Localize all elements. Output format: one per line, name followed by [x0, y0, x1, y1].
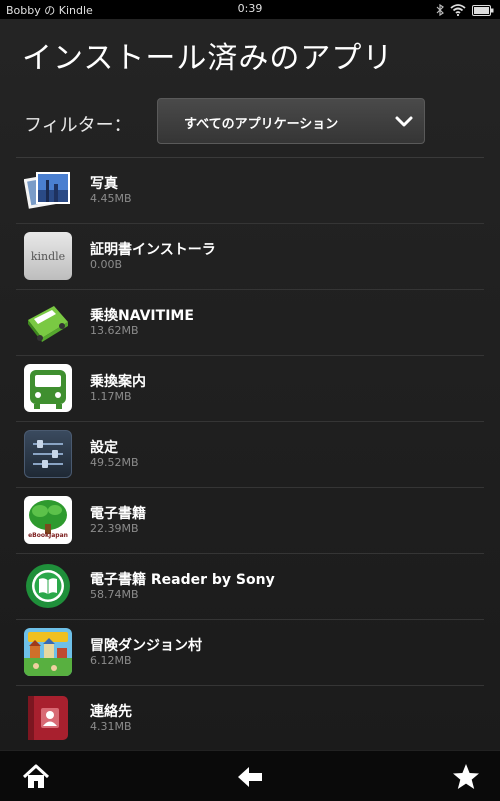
app-size: 6.12MB [90, 654, 132, 667]
sony-reader-book-icon [24, 562, 72, 610]
bottom-nav-bar [0, 750, 500, 801]
list-item[interactable]: 電子書籍 Reader by Sony 58.74MB [16, 554, 484, 620]
app-name: 設定 [90, 440, 118, 456]
photos-icon [24, 166, 72, 214]
dungeon-village-icon [24, 628, 72, 676]
app-size: 49.52MB [90, 456, 139, 469]
app-name: 電子書籍 Reader by Sony [90, 572, 275, 588]
app-size: 58.74MB [90, 588, 139, 601]
ebook-tree-icon: eBookJapan [24, 496, 72, 544]
app-size: 22.39MB [90, 522, 139, 535]
app-name: 冒険ダンジョン村 [90, 638, 202, 654]
installed-apps-screen: インストール済みのアプリ フィルター： すべてのアプリケーション 写真 4.45… [0, 19, 500, 750]
page-title: インストール済みのアプリ [22, 41, 394, 76]
favorites-star-icon[interactable] [452, 763, 480, 791]
home-icon[interactable] [22, 763, 50, 791]
app-size: 1.17MB [90, 390, 132, 403]
app-size: 4.45MB [90, 192, 132, 205]
app-name: 電子書籍 [90, 506, 146, 522]
status-bar: Bobby の Kindle 0:39 [0, 0, 500, 19]
list-item[interactable]: kindle 証明書インストーラ 0.00B [16, 224, 484, 290]
app-size: 4.31MB [90, 720, 132, 733]
list-item[interactable]: eBookJapan 電子書籍 22.39MB [16, 488, 484, 554]
settings-sliders-icon [24, 430, 72, 478]
battery-icon [472, 4, 494, 16]
status-time: 0:39 [237, 2, 263, 15]
back-arrow-icon[interactable] [236, 763, 264, 791]
app-name: 証明書インストーラ [90, 242, 216, 258]
list-item[interactable]: 乗換案内 1.17MB [16, 356, 484, 422]
navitime-bus-icon [24, 298, 72, 346]
filter-label: フィルター： [24, 115, 132, 136]
contacts-icon [24, 694, 72, 742]
filter-selected-value: すべてのアプリケーション [184, 117, 339, 132]
list-item[interactable]: 連絡先 4.31MB [16, 686, 484, 752]
list-item[interactable]: 設定 49.52MB [16, 422, 484, 488]
kindle-icon: kindle [24, 232, 72, 280]
filter-dropdown[interactable]: すべてのアプリケーション [157, 98, 425, 144]
app-size: 13.62MB [90, 324, 139, 337]
train-icon [24, 364, 72, 412]
app-list: 写真 4.45MB kindle 証明書インストーラ 0.00B 乗換NAVIT… [0, 158, 500, 752]
wifi-icon [450, 4, 466, 16]
app-size: 0.00B [90, 258, 123, 271]
app-name: 写真 [90, 176, 118, 192]
list-item[interactable]: 冒険ダンジョン村 6.12MB [16, 620, 484, 686]
app-name: 乗換案内 [90, 374, 146, 390]
status-icons [436, 3, 494, 17]
list-item[interactable]: 写真 4.45MB [16, 158, 484, 224]
app-name: 乗換NAVITIME [90, 308, 194, 324]
chevron-down-icon [395, 116, 413, 127]
bluetooth-icon [436, 4, 444, 16]
list-item[interactable]: 乗換NAVITIME 13.62MB [16, 290, 484, 356]
kindle-icon-text: kindle [30, 249, 66, 263]
ebook-icon-text: eBookJapan [28, 532, 68, 539]
app-name: 連絡先 [90, 704, 132, 720]
